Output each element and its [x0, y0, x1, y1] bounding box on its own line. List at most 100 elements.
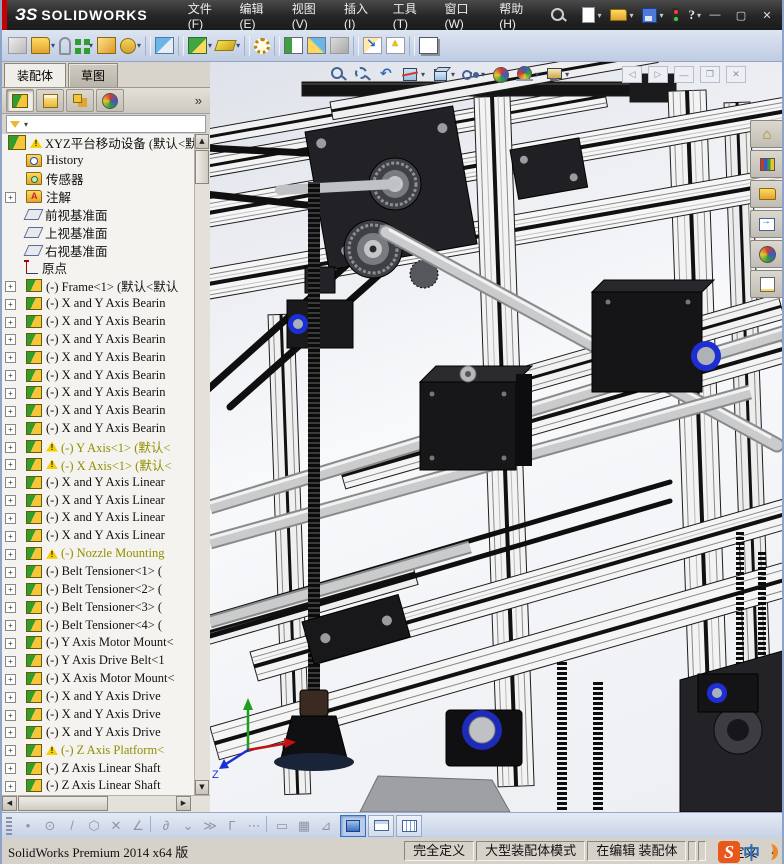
expand-toggle[interactable]: +: [5, 280, 16, 292]
external-references-button[interactable]: [361, 34, 384, 58]
tree-item[interactable]: + ! (-) X Axis<1> (默认<: [2, 455, 195, 473]
expand-toggle[interactable]: +: [5, 388, 16, 400]
tree-item[interactable]: 右视基准面: [2, 241, 195, 259]
sketch-tool-button[interactable]: ⋯: [244, 816, 264, 836]
expand-toggle[interactable]: +: [5, 423, 16, 435]
reference-geometry-button[interactable]: ▾: [214, 34, 242, 58]
tree-filter-input[interactable]: ▾: [6, 115, 206, 133]
tab-assembly[interactable]: 装配体: [4, 63, 67, 87]
scroll-up-button[interactable]: ▲: [195, 134, 209, 149]
tree-item[interactable]: + (-) Y Axis Motor Mount<: [2, 634, 195, 652]
viewport-grid-button[interactable]: [396, 814, 422, 837]
tree-item[interactable]: + (-) X Axis Motor Mount<: [2, 670, 195, 688]
custom-properties-tab[interactable]: [750, 270, 782, 298]
expand-toggle[interactable]: +: [5, 477, 16, 489]
featuremanager-tree-tab[interactable]: [6, 89, 34, 112]
display-style-icon[interactable]: ▾: [460, 64, 487, 84]
dropdown-arrow-icon[interactable]: ▾: [597, 11, 601, 20]
file-explorer-tab[interactable]: [750, 180, 782, 208]
dropdown-arrow-icon[interactable]: ▾: [137, 41, 141, 50]
tree-item[interactable]: + (-) X and Y Axis Drive: [2, 723, 195, 741]
minimize-button[interactable]: —: [704, 6, 726, 24]
component-pattern-button[interactable]: ▾: [73, 34, 95, 58]
sketch-tool-button[interactable]: [266, 815, 270, 832]
large-assembly-settings-button[interactable]: [384, 34, 407, 58]
dropdown-arrow-icon[interactable]: ▾: [481, 70, 485, 79]
filter-dropdown-icon[interactable]: ▾: [24, 120, 28, 129]
pane-left-button[interactable]: ◁: [622, 66, 642, 83]
view-palette-tab[interactable]: [750, 210, 782, 238]
scroll-down-button[interactable]: ▼: [195, 780, 209, 795]
new-document-button[interactable]: ▾: [579, 5, 604, 25]
expand-toggle[interactable]: +: [5, 638, 16, 650]
propertymanager-tab[interactable]: [36, 89, 64, 112]
expand-toggle[interactable]: +: [5, 352, 16, 364]
tree-item[interactable]: + 注解: [2, 188, 195, 206]
interference-check-button[interactable]: [669, 6, 682, 24]
tree-item[interactable]: ! XYZ平台移动设备 (默认<默: [2, 134, 195, 152]
expand-toggle[interactable]: +: [5, 530, 16, 542]
configurationmanager-tab[interactable]: [66, 89, 94, 112]
edit-appearance-icon[interactable]: [490, 64, 511, 84]
tree-horizontal-scrollbar[interactable]: ◀ ▶: [2, 795, 210, 812]
instant3d-button[interactable]: [328, 34, 351, 58]
sketch-tool-button[interactable]: [150, 815, 154, 832]
single-viewport-button[interactable]: [368, 814, 394, 837]
tree-item[interactable]: + (-) X and Y Axis Linear: [2, 491, 195, 509]
expand-toggle[interactable]: +: [5, 709, 16, 721]
tree-item[interactable]: + ! (-) Z Axis Platform<: [2, 741, 195, 759]
doc-close-button[interactable]: ✕: [726, 66, 746, 83]
dropdown-arrow-icon[interactable]: ▾: [659, 11, 663, 20]
appearances-tab[interactable]: [96, 89, 124, 112]
smart-fasteners-button[interactable]: [95, 34, 118, 58]
sketch-tool-button[interactable]: ⊙: [40, 816, 60, 836]
tree-item[interactable]: + (-) X and Y Axis Bearin: [2, 420, 195, 438]
expand-toggle[interactable]: +: [5, 673, 16, 685]
show-hidden-components-button[interactable]: [153, 34, 176, 58]
tree-item[interactable]: 前视基准面: [2, 205, 195, 223]
tree-item[interactable]: 原点: [2, 259, 195, 277]
apply-scene-icon[interactable]: ▾: [514, 64, 541, 84]
tree-vertical-scrollbar[interactable]: ▲ ▼: [194, 134, 210, 795]
sketch-tool-button[interactable]: /: [62, 816, 82, 836]
tree-item[interactable]: + (-) Z Axis Linear Shaft: [2, 759, 195, 777]
tree-item[interactable]: + ! (-) Nozzle Mounting: [2, 545, 195, 563]
tree-item[interactable]: + (-) Y Axis Drive Belt<1: [2, 652, 195, 670]
tree-item[interactable]: 传感器: [2, 170, 195, 188]
expand-toggle[interactable]: +: [5, 548, 16, 560]
doc-restore-button[interactable]: ❐: [700, 66, 720, 83]
expand-toggle[interactable]: +: [5, 495, 16, 507]
tree-item[interactable]: + (-) Z Axis Linear Shaft: [2, 777, 195, 795]
search-icon[interactable]: [550, 7, 565, 23]
previous-view-icon[interactable]: [376, 64, 397, 84]
zoom-fit-icon[interactable]: [328, 64, 349, 84]
dropdown-arrow-icon[interactable]: ▾: [89, 41, 93, 50]
tree-item[interactable]: + (-) X and Y Axis Bearin: [2, 366, 195, 384]
tab-sketch[interactable]: 草图: [68, 63, 119, 87]
assembly-features-button[interactable]: ▾: [186, 34, 214, 58]
expand-toggle[interactable]: +: [5, 441, 16, 453]
expand-toggle[interactable]: +: [5, 763, 16, 775]
mate-button[interactable]: [57, 34, 73, 58]
dropdown-arrow-icon[interactable]: ▾: [236, 41, 240, 50]
expand-toggle[interactable]: +: [5, 780, 16, 792]
doc-minimize-button[interactable]: —: [674, 66, 694, 83]
sketch-tool-button[interactable]: ✕: [106, 816, 126, 836]
tree-item[interactable]: + (-) X and Y Axis Linear: [2, 473, 195, 491]
tree-item[interactable]: + (-) X and Y Axis Linear: [2, 509, 195, 527]
view-settings-icon[interactable]: ▾: [544, 64, 571, 84]
tree-item[interactable]: History: [2, 152, 195, 170]
move-component-button[interactable]: ▾: [118, 34, 143, 58]
model-3d-printer-frame[interactable]: Z: [210, 62, 784, 812]
tree-item[interactable]: + (-) X and Y Axis Bearin: [2, 295, 195, 313]
expand-toggle[interactable]: +: [5, 370, 16, 382]
motion-study-button[interactable]: [252, 34, 272, 58]
sketch-tool-button[interactable]: ⊿: [316, 816, 336, 836]
expand-toggle[interactable]: +: [5, 334, 16, 346]
tree-item[interactable]: 上视基准面: [2, 223, 195, 241]
scroll-thumb[interactable]: [195, 150, 209, 184]
expand-toggle[interactable]: +: [5, 745, 16, 757]
close-button[interactable]: ✕: [756, 6, 778, 24]
tree-item[interactable]: + (-) Belt Tensioner<3> (: [2, 598, 195, 616]
appearances-scenes-tab[interactable]: [750, 240, 782, 268]
